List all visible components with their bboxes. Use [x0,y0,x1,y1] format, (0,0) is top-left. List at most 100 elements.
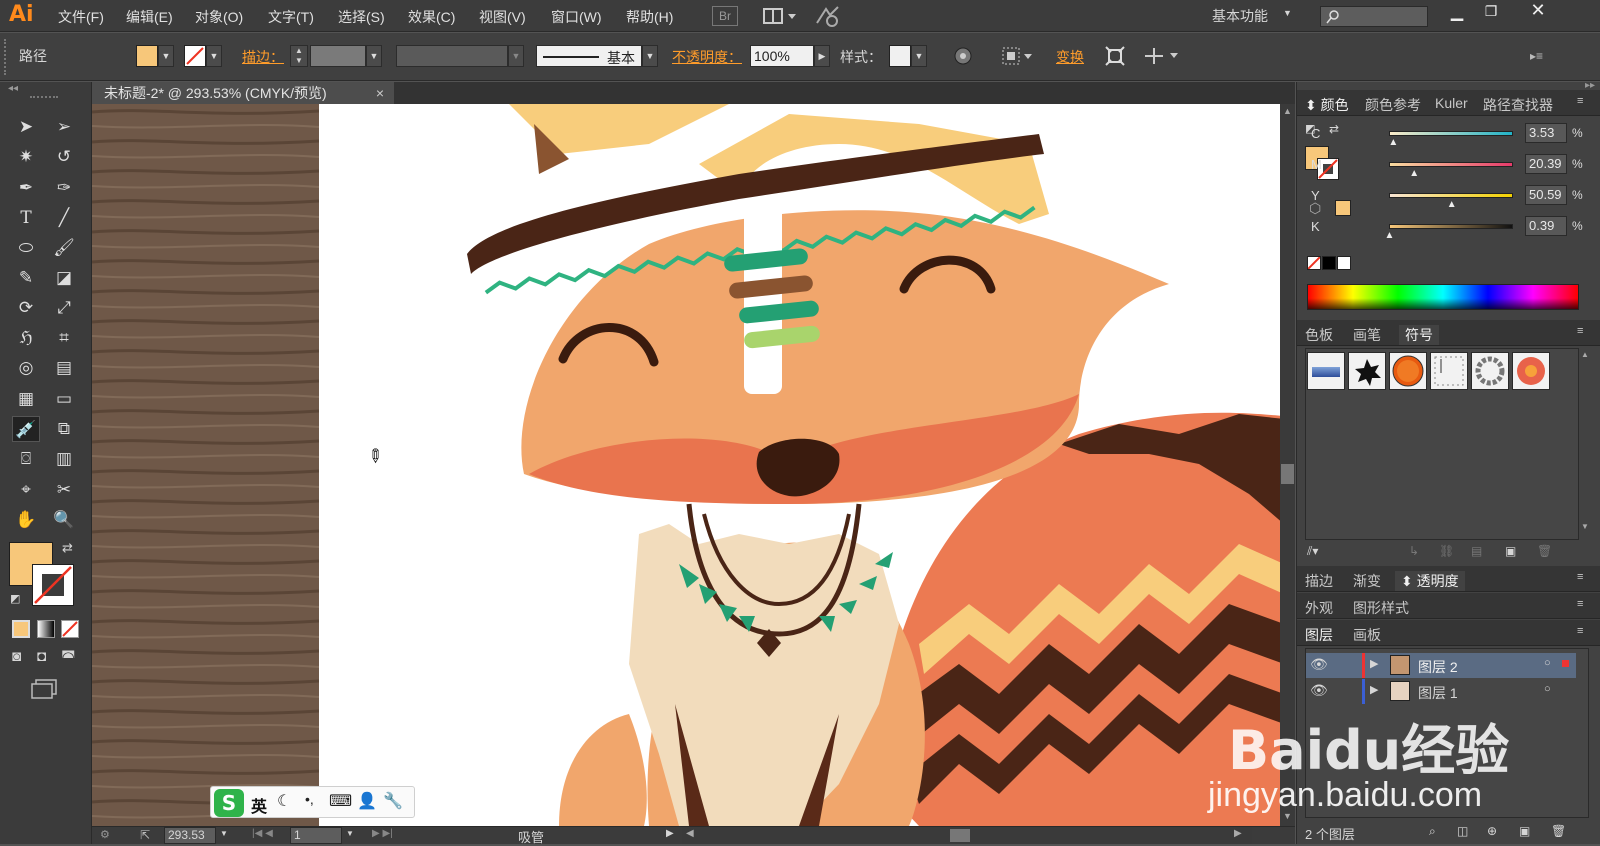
hand-tool-icon[interactable]: ✋ [12,507,40,533]
stroke-weight-stepper[interactable]: ▲ ▼ [290,45,308,67]
ime-language-toggle[interactable]: 英 [251,793,267,817]
symbols-panel-menu-icon[interactable]: ≡ [1577,325,1583,337]
tab-color[interactable]: ⬍ 颜色 [1305,95,1349,115]
symbol-blue-banner[interactable] [1307,352,1345,390]
direct-selection-tool-icon[interactable]: ➢ [50,114,78,140]
artboard-tool-icon[interactable]: ⌖ [12,477,40,503]
tab-artboards[interactable]: 画板 [1353,625,1381,645]
opacity-panel-link[interactable]: 不透明度： [672,47,742,67]
pencil-tool-icon[interactable]: ✎ [12,265,40,291]
eraser-tool-icon[interactable]: ◪ [50,265,78,291]
tab-stroke[interactable]: 描边 [1305,571,1333,591]
menu-view[interactable]: 视图(V) [479,7,526,27]
swap-fill-stroke-icon[interactable]: ⇄ [62,540,73,556]
channel-value-input[interactable]: 3.53 [1525,123,1567,143]
mesh-tool-icon[interactable]: ▦ [12,386,40,412]
menu-type[interactable]: 文字(T) [268,7,314,27]
symbols-scroll-down-icon[interactable]: ▼ [1581,522,1589,531]
menu-help[interactable]: 帮助(H) [626,7,673,27]
appearance-panel-menu-icon[interactable]: ≡ [1577,598,1583,610]
symbol-ink-splat[interactable] [1348,352,1386,390]
zoom-tool-icon[interactable]: 🔍 [50,507,78,533]
expand-layer-icon[interactable]: ▶ [1370,657,1378,670]
symbol-options-icon[interactable]: ▤ [1471,544,1482,558]
graphic-style-dropdown[interactable]: ▼ [911,45,927,67]
none-mode-icon[interactable] [61,620,79,638]
draw-behind-icon[interactable]: ◘ [37,648,46,665]
channel-value-input[interactable]: 50.59 [1525,185,1567,205]
draw-normal-icon[interactable]: ◙ [12,648,21,665]
scroll-up-icon[interactable]: ▲ [1283,106,1292,116]
curvature-pen-icon[interactable]: ✑ [50,175,78,201]
artboard-dropdown[interactable]: ▼ [346,829,354,838]
symbol-dotted-frame[interactable] [1430,352,1468,390]
visibility-eye-icon[interactable]: 👁 [1310,682,1328,699]
symbol-sprayer-tool-icon[interactable]: ⌼ [12,446,40,472]
variable-width-dropdown[interactable]: ▼ [508,45,524,67]
screen-mode-icon[interactable] [30,678,60,700]
next-artboard-icon[interactable]: ▶ ▶| [372,828,393,839]
layer-name[interactable]: 图层 2 [1418,657,1458,677]
tab-color-guide[interactable]: 颜色参考 [1365,95,1421,115]
break-link-icon[interactable]: ⛓ [1439,544,1454,558]
ellipse-tool-icon[interactable]: ⬭ [12,235,40,261]
variable-width-profile[interactable] [396,45,508,67]
layers-panel-menu-icon[interactable]: ≡ [1577,625,1583,637]
arrange-documents-icon[interactable] [763,6,797,26]
share-icon[interactable]: ⇱ [140,828,150,842]
perspective-grid-tool-icon[interactable]: ▤ [50,355,78,381]
symbol-wreath[interactable] [1471,352,1509,390]
slider-thumb[interactable]: ▲ [1388,137,1398,148]
tab-layers[interactable]: 图层 [1305,625,1333,645]
slider-thumb[interactable]: ▲ [1409,168,1419,179]
menu-object[interactable]: 对象(O) [195,7,243,27]
stroke-dropdown[interactable]: ▼ [206,45,222,67]
fill-dropdown[interactable]: ▼ [158,45,174,67]
minimize-button[interactable]: ▁ [1448,2,1466,26]
half-width-icon[interactable]: ☾ [277,791,291,811]
target-circle-icon[interactable]: ○ [1544,657,1551,669]
layer-row[interactable]: 👁 ▶ 图层 2 ○ [1306,653,1576,678]
tab-pathfinder[interactable]: 路径查找器 [1483,95,1553,115]
blend-tool-icon[interactable]: ⧉ [50,416,78,442]
menu-select[interactable]: 选择(S) [338,7,385,27]
default-colors-icon[interactable]: ◩ [10,592,20,605]
white-swatch[interactable] [1337,256,1351,270]
tab-transparency[interactable]: ⬍ 透明度 [1395,571,1465,591]
menu-window[interactable]: 窗口(W) [551,7,602,27]
channel-slider[interactable] [1389,162,1513,167]
stroke-weight-input[interactable] [310,45,366,67]
gamut-swatch[interactable] [1335,200,1351,216]
menu-edit[interactable]: 编辑(E) [126,7,173,27]
punctuation-icon[interactable]: •, [305,791,314,807]
graphic-style-swatch[interactable] [889,45,911,67]
color-spectrum[interactable] [1307,284,1579,310]
settings-wrench-icon[interactable]: 🔧 [383,791,403,811]
close-window-button[interactable]: ✕ [1526,0,1550,24]
gpu-performance-icon[interactable] [814,5,842,27]
visibility-eye-icon[interactable]: 👁 [1310,656,1328,673]
tab-gradient[interactable]: 渐变 [1353,571,1381,591]
tab-appearance[interactable]: 外观 [1305,598,1333,618]
collapse-toolbox-icon[interactable]: ◂◂ [8,83,18,94]
tab-brushes[interactable]: 画笔 [1353,325,1381,345]
zoom-input[interactable]: 293.53 [164,827,216,844]
expand-layer-icon[interactable]: ▶ [1370,683,1378,696]
draw-inside-icon[interactable]: ◚ [61,648,76,666]
stroke-weight-dropdown[interactable]: ▼ [366,45,382,67]
black-swatch[interactable] [1322,256,1336,270]
bridge-button[interactable]: Br [712,6,738,26]
stroke-color-box[interactable] [32,564,74,606]
path-options-icon[interactable] [1142,45,1182,67]
tab-kuler[interactable]: Kuler [1435,95,1468,111]
chevron-down-icon[interactable]: ▼ [1283,8,1292,18]
slider-thumb[interactable]: ▲ [1447,199,1457,210]
control-bar-menu-icon[interactable]: ▸≡ [1530,49,1543,63]
gradient-mode-icon[interactable] [37,620,55,638]
menu-effect[interactable]: 效果(C) [408,7,455,27]
paintbrush-tool-icon[interactable]: 🖌 [50,235,78,261]
scale-tool-icon[interactable]: ⤢ [50,295,78,321]
align-icon[interactable] [1000,45,1034,67]
none-swatch[interactable] [1307,256,1321,270]
search-input[interactable] [1320,6,1428,27]
